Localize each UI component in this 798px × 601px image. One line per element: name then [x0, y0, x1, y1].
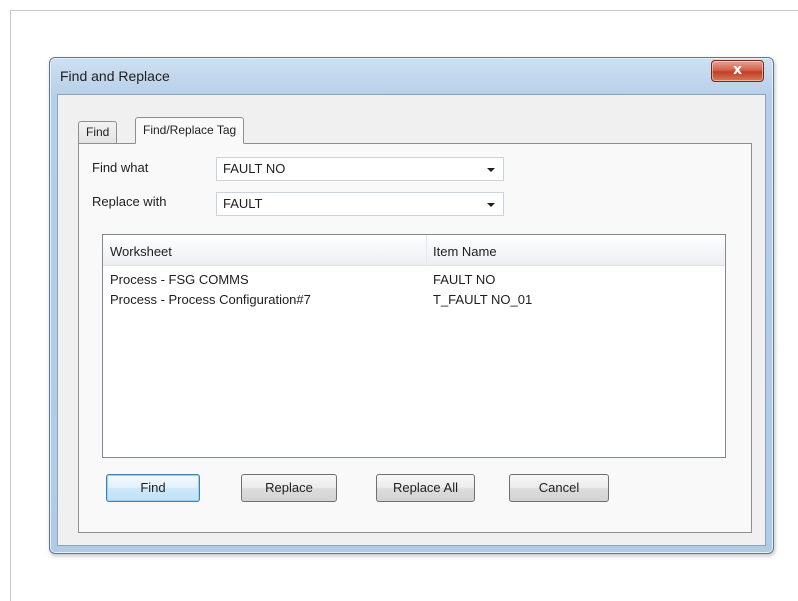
- column-separator[interactable]: [426, 235, 427, 265]
- row-item-name-cell: T_FAULT NO_01: [433, 292, 533, 307]
- chevron-down-icon[interactable]: [487, 168, 495, 172]
- row-worksheet-cell: Process - Process Configuration#7: [110, 292, 311, 307]
- table-row[interactable]: Process - Process Configuration#7 T_FAUL…: [103, 292, 725, 312]
- replace-with-value: FAULT: [223, 196, 263, 211]
- page-frame-top-line: [10, 10, 798, 11]
- replace-all-button[interactable]: Replace All: [376, 474, 475, 502]
- close-icon: x: [732, 62, 743, 78]
- find-what-combobox[interactable]: FAULT NO: [216, 157, 504, 181]
- tab-find-replace-tag[interactable]: Find/Replace Tag: [135, 117, 245, 144]
- replace-button[interactable]: Replace: [241, 474, 337, 502]
- tab-find[interactable]: Find: [78, 121, 118, 143]
- table-row[interactable]: Process - FSG COMMS FAULT NO: [103, 272, 725, 292]
- find-what-label: Find what: [92, 160, 149, 175]
- replace-with-combobox[interactable]: FAULT: [216, 192, 504, 216]
- window-title: Find and Replace: [60, 68, 170, 84]
- find-what-value: FAULT NO: [223, 161, 286, 176]
- column-header-item-name[interactable]: Item Name: [433, 244, 497, 259]
- title-bar[interactable]: Find and Replace x: [50, 58, 773, 94]
- chevron-down-icon[interactable]: [487, 203, 495, 207]
- row-item-name-cell: FAULT NO: [433, 272, 496, 287]
- close-button[interactable]: x: [711, 60, 764, 82]
- cancel-button[interactable]: Cancel: [509, 474, 609, 502]
- find-replace-dialog: Find and Replace x Find Find/Replace Tag…: [49, 57, 774, 554]
- column-header-worksheet[interactable]: Worksheet: [110, 244, 172, 259]
- dialog-client-area: Find Find/Replace Tag Find what FAULT NO…: [57, 94, 766, 546]
- replace-with-label: Replace with: [92, 194, 167, 209]
- page-frame-left-line: [10, 10, 11, 601]
- row-worksheet-cell: Process - FSG COMMS: [110, 272, 249, 287]
- results-list-header: Worksheet Item Name: [103, 235, 725, 266]
- find-replace-tag-panel: Find what FAULT NO Replace with FAULT Wo…: [78, 143, 752, 533]
- results-list[interactable]: Worksheet Item Name Process - FSG COMMS …: [102, 234, 726, 458]
- find-button[interactable]: Find: [106, 474, 200, 502]
